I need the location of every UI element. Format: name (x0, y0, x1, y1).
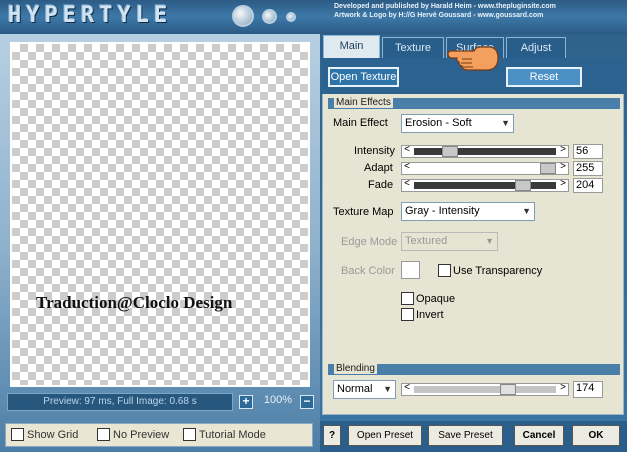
tab-main[interactable]: Main (323, 35, 380, 58)
ok-button[interactable]: OK (572, 425, 620, 446)
edge-mode-label: Edge Mode (341, 236, 398, 248)
intensity-label: Intensity (354, 145, 395, 157)
save-preset-button[interactable]: Save Preset (428, 425, 503, 446)
texture-map-value: Gray - Intensity (405, 205, 480, 217)
intensity-thumb[interactable] (441, 146, 458, 157)
adapt-slider[interactable]: < > (401, 161, 569, 175)
blending-title: Blending (334, 363, 377, 374)
chevron-down-icon: ▼ (485, 236, 494, 246)
chevron-down-icon: ▼ (383, 384, 392, 394)
chevron-down-icon: ▼ (522, 206, 531, 216)
main-effect-label: Main Effect (333, 117, 388, 129)
back-color-swatch[interactable] (401, 261, 420, 279)
open-texture-button[interactable]: Open Texture (328, 67, 399, 87)
credits-line-2: Artwork & Logo by H://G Hervé Goussard -… (334, 12, 544, 19)
blend-mode-value: Normal (337, 383, 373, 395)
blending-value[interactable]: 174 (573, 381, 603, 398)
help-button[interactable]: ? (323, 425, 341, 446)
edge-mode-dropdown: Textured ▼ (401, 232, 498, 251)
cancel-button[interactable]: Cancel (514, 425, 564, 446)
arrow-right-icon[interactable]: > (558, 144, 568, 155)
tutorial-mode-label: Tutorial Mode (199, 429, 266, 441)
adapt-track (414, 165, 556, 172)
no-preview-label: No Preview (113, 429, 170, 441)
app-header: HYPERTYLE Developed and published by Har… (0, 0, 627, 34)
chevron-down-icon: ▼ (501, 118, 510, 128)
zoom-out-button[interactable]: − (300, 395, 314, 409)
texture-map-label: Texture Map (333, 206, 394, 218)
preview-status: Preview: 97 ms, Full Image: 0.68 s (7, 393, 233, 411)
open-preset-button[interactable]: Open Preset (348, 425, 422, 446)
arrow-right-icon[interactable]: > (558, 161, 568, 172)
blending-track (414, 386, 556, 393)
arrow-left-icon[interactable]: < (402, 178, 412, 189)
arrow-left-icon[interactable]: < (402, 161, 412, 172)
credits: Developed and published by Harald Heim -… (334, 2, 624, 20)
zoom-level: 100% (263, 394, 293, 406)
hand-pointer-icon (447, 46, 499, 71)
adapt-label: Adapt (364, 162, 393, 174)
app-logo: HYPERTYLE (8, 3, 173, 28)
zoom-in-button[interactable]: + (239, 395, 253, 409)
use-transparency-label: Use Transparency (453, 265, 543, 277)
orb-decoration-tiny (286, 12, 296, 22)
main-effects-title: Main Effects (334, 97, 393, 108)
adapt-value[interactable]: 255 (573, 161, 603, 176)
preview-watermark: Traduction@Cloclo Design (36, 293, 233, 312)
blending-slider[interactable]: < > (401, 382, 569, 396)
fade-track (414, 182, 556, 189)
invert-checkbox[interactable] (401, 308, 414, 321)
opaque-checkbox[interactable] (401, 292, 414, 305)
opaque-label: Opaque (416, 293, 456, 305)
fade-value[interactable]: 204 (573, 178, 603, 193)
fade-label: Fade (368, 179, 394, 191)
arrow-left-icon[interactable]: < (402, 144, 412, 155)
tutorial-mode-checkbox[interactable] (183, 428, 196, 441)
reset-button[interactable]: Reset (506, 67, 582, 87)
intensity-slider[interactable]: < > (401, 144, 569, 158)
tab-texture[interactable]: Texture (382, 37, 444, 58)
blend-mode-dropdown[interactable]: Normal ▼ (333, 380, 396, 399)
fade-thumb[interactable] (514, 180, 531, 191)
edge-mode-value: Textured (405, 235, 448, 247)
use-transparency-checkbox[interactable] (438, 264, 451, 277)
preview-canvas[interactable] (10, 42, 310, 387)
fade-slider[interactable]: < > (401, 178, 569, 192)
blending-thumb[interactable] (499, 384, 516, 395)
main-effect-dropdown[interactable]: Erosion - Soft ▼ (401, 114, 514, 133)
arrow-right-icon[interactable]: > (558, 178, 568, 189)
main-effect-value: Erosion - Soft (405, 117, 472, 129)
orb-decoration-small (262, 9, 277, 24)
adapt-thumb[interactable] (540, 163, 556, 174)
orb-decoration (232, 5, 254, 27)
no-preview-checkbox[interactable] (97, 428, 110, 441)
arrow-right-icon[interactable]: > (558, 382, 568, 393)
texture-map-dropdown[interactable]: Gray - Intensity ▼ (401, 202, 535, 221)
intensity-track (414, 148, 556, 155)
tab-adjust[interactable]: Adjust (506, 37, 566, 58)
show-grid-checkbox[interactable] (11, 428, 24, 441)
arrow-left-icon[interactable]: < (402, 382, 412, 393)
credits-line-1: Developed and published by Harald Heim -… (334, 3, 556, 10)
intensity-value[interactable]: 56 (573, 144, 603, 159)
show-grid-label: Show Grid (27, 429, 79, 441)
back-color-label: Back Color (341, 265, 395, 277)
invert-label: Invert (416, 309, 444, 321)
